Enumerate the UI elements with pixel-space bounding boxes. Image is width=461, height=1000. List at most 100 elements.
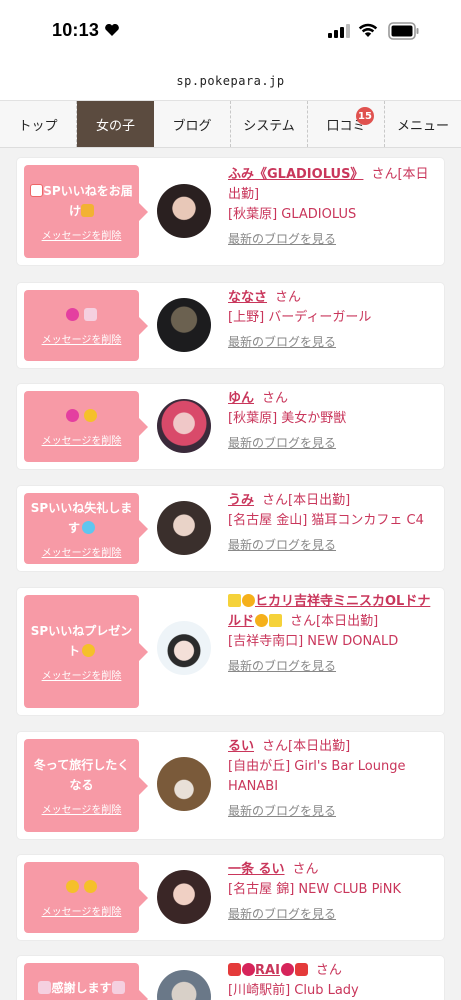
yellow-heart-emoji-icon bbox=[83, 409, 97, 422]
sparkle-emoji-icon bbox=[228, 594, 241, 607]
message-bubble: SPいいねをお届け メッセージを削除 bbox=[24, 165, 148, 258]
list-item: SPいいね失礼します メッセージを削除 うみ さん[本日出勤] [名古屋 金山] … bbox=[17, 486, 444, 571]
smiling-face-emoji-icon bbox=[66, 880, 80, 893]
ribbon-emoji-icon bbox=[38, 981, 52, 994]
list-item: SPいいねプレゼント メッセージを削除 ヒカリ吉祥寺ミニスカOLドナルド さん[本… bbox=[17, 588, 444, 715]
avatar[interactable] bbox=[157, 298, 211, 352]
delete-message-link[interactable]: メッセージを削除 bbox=[42, 667, 122, 682]
girl-name-link[interactable]: うみ bbox=[228, 493, 254, 508]
sunflower-emoji-icon bbox=[242, 594, 255, 607]
message-bubble: SPいいねプレゼント メッセージを削除 bbox=[24, 595, 148, 708]
message-bubble: メッセージを削除 bbox=[24, 391, 148, 462]
main-nav: トップ 女の子 ブログ システム 口コミ 15 メニュー bbox=[0, 100, 461, 148]
address-bar[interactable]: sp.pokepara.jp bbox=[0, 64, 461, 100]
girl-info: ふみ《GLADIOLUS》 さん[本日出勤] [秋葉原] GLADIOLUS 最新… bbox=[228, 165, 440, 249]
list-item: 感謝します メッセージを削除 RAIさん [川崎駅前] Club Lady 最新… bbox=[17, 956, 444, 1000]
tab-system[interactable]: システム bbox=[231, 101, 308, 147]
girl-info: 一条 るい さん [名古屋 錦] NEW CLUB PiNK 最新のブログを見る bbox=[228, 860, 440, 924]
delete-message-link[interactable]: メッセージを削除 bbox=[42, 432, 122, 447]
shop-name: [自由が丘] Girl's Bar Lounge HANABI bbox=[228, 759, 406, 794]
shop-name: [名古屋 錦] NEW CLUB PiNK bbox=[228, 882, 401, 897]
envelope-icon bbox=[30, 184, 44, 197]
b-button-emoji-icon bbox=[294, 963, 308, 976]
tab-top[interactable]: トップ bbox=[0, 101, 77, 147]
gift-icon bbox=[81, 204, 94, 217]
delete-message-link[interactable]: メッセージを削除 bbox=[42, 801, 122, 816]
wifi-icon bbox=[358, 23, 378, 37]
avatar[interactable] bbox=[157, 621, 211, 675]
reviews-count-badge: 15 bbox=[356, 107, 374, 125]
message-bubble: メッセージを削除 bbox=[24, 862, 148, 933]
latest-blog-link[interactable]: 最新のブログを見る bbox=[228, 229, 440, 249]
list-item: メッセージを削除 ゆん さん [秋葉原] 美女か野獣 最新のブログを見る bbox=[17, 384, 444, 469]
avatar[interactable] bbox=[157, 184, 211, 238]
latest-blog-link[interactable]: 最新のブログを見る bbox=[228, 904, 440, 924]
pink-heart-emoji-icon bbox=[66, 409, 80, 422]
avatar[interactable] bbox=[157, 757, 211, 811]
shop-name: [吉祥寺南口] NEW DONALD bbox=[228, 634, 399, 649]
blue-heart-emoji-icon bbox=[82, 521, 95, 534]
delete-message-link[interactable]: メッセージを削除 bbox=[42, 903, 122, 918]
url-text: sp.pokepara.jp bbox=[176, 74, 285, 88]
cellular-signal-icon bbox=[328, 24, 350, 38]
work-status: [本日出勤] bbox=[316, 614, 379, 629]
lips-emoji-icon bbox=[242, 963, 255, 976]
status-bar: 10:13 bbox=[0, 0, 461, 64]
girl-name-link[interactable]: ゆん bbox=[228, 391, 254, 406]
list-item: 冬って旅行したくなる メッセージを削除 るい さん[本日出勤] [自由が丘] Gi… bbox=[17, 732, 444, 839]
tab-girls[interactable]: 女の子 bbox=[77, 101, 154, 147]
shop-name: [上野] バーディーガール bbox=[228, 310, 372, 325]
girl-name-link[interactable]: るい bbox=[228, 739, 254, 754]
tab-blog[interactable]: ブログ bbox=[154, 101, 231, 147]
shop-name: [名古屋 金山] 猫耳コンカフェ C4 bbox=[228, 513, 424, 528]
girl-name-link[interactable]: RAI bbox=[255, 963, 280, 978]
lips-emoji-icon bbox=[280, 963, 294, 976]
list-item: SPいいねをお届け メッセージを削除 ふみ《GLADIOLUS》 さん[本日出勤]… bbox=[17, 158, 444, 265]
avatar[interactable] bbox=[157, 870, 211, 924]
ribbon-emoji-icon bbox=[111, 981, 125, 994]
ribbon-emoji-icon bbox=[83, 308, 97, 321]
delete-message-link[interactable]: メッセージを削除 bbox=[42, 331, 122, 346]
latest-blog-link[interactable]: 最新のブログを見る bbox=[228, 656, 440, 676]
girl-name-link[interactable]: 一条 るい bbox=[228, 862, 285, 877]
shop-name: [川崎駅前] Club Lady bbox=[228, 983, 359, 998]
work-status: [本日出勤] bbox=[288, 493, 351, 508]
girl-name-link[interactable]: ふみ《GLADIOLUS》 bbox=[228, 167, 363, 182]
girl-info: ゆん さん [秋葉原] 美女か野獣 最新のブログを見る bbox=[228, 389, 440, 453]
status-time: 10:13 bbox=[52, 20, 100, 40]
latest-blog-link[interactable]: 最新のブログを見る bbox=[228, 433, 440, 453]
list-item: メッセージを削除 一条 るい さん [名古屋 錦] NEW CLUB PiNK 最… bbox=[17, 855, 444, 940]
avatar[interactable] bbox=[157, 501, 211, 555]
sunflower-emoji-icon bbox=[82, 644, 95, 657]
avatar[interactable] bbox=[157, 970, 211, 1000]
girl-info: RAIさん [川崎駅前] Club Lady 最新のブログを見る bbox=[228, 963, 359, 998]
delete-message-link[interactable]: メッセージを削除 bbox=[42, 227, 122, 242]
heart-icon bbox=[105, 23, 119, 36]
girl-info: ヒカリ吉祥寺ミニスカOLドナルド さん[本日出勤] [吉祥寺南口] NEW DON… bbox=[228, 592, 440, 676]
b-button-emoji-icon bbox=[228, 963, 241, 976]
tab-reviews[interactable]: 口コミ 15 bbox=[308, 101, 385, 147]
shop-name: [秋葉原] 美女か野獣 bbox=[228, 411, 347, 426]
latest-blog-link[interactable]: 最新のブログを見る bbox=[228, 801, 440, 821]
heart-emoji-icon bbox=[66, 308, 80, 321]
avatar[interactable] bbox=[157, 399, 211, 453]
work-status: [本日出勤] bbox=[288, 739, 351, 754]
delete-message-link[interactable]: メッセージを削除 bbox=[42, 544, 122, 559]
sunflower-emoji-icon bbox=[255, 614, 269, 627]
girl-info: ななさ さん [上野] バーディーガール 最新のブログを見る bbox=[228, 288, 440, 352]
shop-name: [秋葉原] GLADIOLUS bbox=[228, 207, 357, 222]
battery-icon bbox=[388, 22, 419, 40]
girl-info: るい さん[本日出勤] [自由が丘] Girl's Bar Lounge HANA… bbox=[228, 737, 440, 821]
tab-menu[interactable]: メニュー bbox=[385, 101, 461, 147]
sparkle-emoji-icon bbox=[269, 614, 283, 627]
latest-blog-link[interactable]: 最新のブログを見る bbox=[228, 535, 440, 555]
latest-blog-link[interactable]: 最新のブログを見る bbox=[228, 332, 440, 352]
message-bubble: 冬って旅行したくなる メッセージを削除 bbox=[24, 739, 148, 832]
message-bubble: SPいいね失礼します メッセージを削除 bbox=[24, 493, 148, 564]
girl-info: うみ さん[本日出勤] [名古屋 金山] 猫耳コンカフェ C4 最新のブログを見る bbox=[228, 491, 440, 555]
partying-face-emoji-icon bbox=[83, 880, 97, 893]
message-bubble: 感謝します メッセージを削除 bbox=[24, 963, 148, 1000]
list-item: メッセージを削除 ななさ さん [上野] バーディーガール 最新のブログを見る bbox=[17, 283, 444, 368]
girl-name-link[interactable]: ななさ bbox=[228, 290, 267, 305]
message-bubble: メッセージを削除 bbox=[24, 290, 148, 361]
